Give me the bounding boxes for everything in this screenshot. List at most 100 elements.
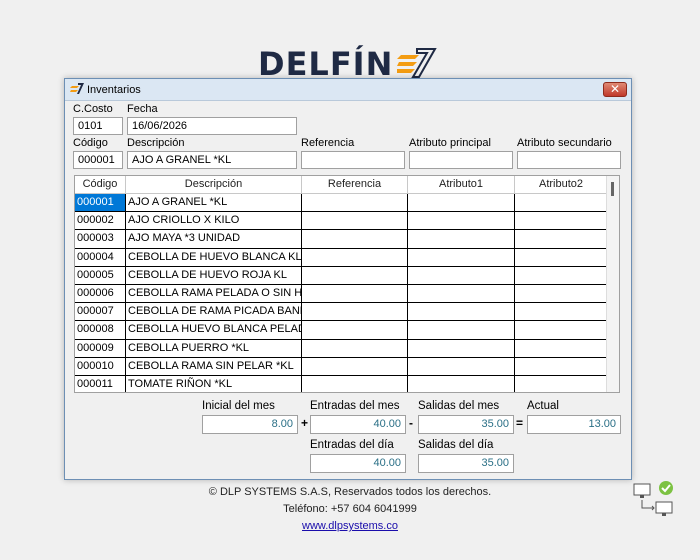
cell-atributo2[interactable] — [515, 284, 608, 303]
cell-codigo[interactable]: 000006 — [75, 284, 126, 303]
table-row[interactable]: 000005 CEBOLLA DE HUEVO ROJA KL — [75, 266, 619, 285]
col-header-atributo1[interactable]: Atributo1 — [408, 176, 515, 193]
website-link[interactable]: www.dlpsystems.co — [302, 520, 398, 532]
equals-operator: = — [516, 416, 524, 430]
cell-referencia[interactable] — [302, 357, 408, 375]
table-row[interactable]: 000004 CEBOLLA DE HUEVO BLANCA KL — [75, 248, 619, 267]
table-row[interactable]: 000006CEBOLLA RAMA PELADA O SIN HOJA *KL — [75, 284, 619, 304]
plus-operator: + — [301, 416, 309, 430]
cell-atributo2[interactable] — [515, 230, 608, 248]
cell-referencia[interactable] — [302, 248, 408, 266]
cell-atributo2[interactable] — [515, 194, 608, 212]
salidas-dia-field: 35.00 — [418, 454, 514, 473]
cell-descripcion[interactable]: CEBOLLA DE HUEVO ROJA KL — [126, 266, 302, 284]
codigo-label: Código — [73, 137, 108, 149]
window-titlebar[interactable]: Inventarios ✕ — [65, 79, 631, 101]
grid-header: Código Descripción Referencia Atributo1 … — [75, 176, 619, 194]
cell-descripcion[interactable]: TOMATE RIÑON *KL — [126, 375, 302, 392]
cell-descripcion[interactable]: CEBOLLA RAMA PELADA O SIN HOJA *KL — [126, 284, 302, 303]
cell-atributo1[interactable] — [408, 284, 515, 303]
atributo-principal-label: Atributo principal — [409, 137, 491, 149]
table-row[interactable]: 000009 CEBOLLA PUERRO *KL — [75, 339, 619, 358]
cell-codigo[interactable]: 000001 — [75, 194, 126, 212]
entradas-mes-label: Entradas del mes — [310, 400, 400, 412]
cell-codigo[interactable]: 000011 — [75, 375, 126, 392]
actual-label: Actual — [527, 400, 559, 412]
actual-field: 13.00 — [527, 415, 621, 434]
cell-atributo2[interactable] — [515, 266, 608, 284]
cell-codigo[interactable]: 000009 — [75, 339, 126, 357]
window-title: Inventarios — [87, 84, 141, 96]
cell-codigo[interactable]: 000010 — [75, 357, 126, 375]
table-row[interactable]: 000010 CEBOLLA RAMA SIN PELAR *KL — [75, 357, 619, 376]
cell-codigo[interactable]: 000004 — [75, 248, 126, 266]
salidas-mes-field: 35.00 — [418, 415, 514, 434]
cell-codigo[interactable]: 000002 — [75, 212, 126, 230]
fecha-label: Fecha — [127, 103, 158, 115]
fecha-field[interactable]: 16/06/2026 — [127, 117, 297, 135]
col-header-referencia[interactable]: Referencia — [302, 176, 408, 193]
cell-atributo1[interactable] — [408, 321, 515, 339]
cell-referencia[interactable] — [302, 339, 408, 357]
cell-referencia[interactable] — [302, 230, 408, 248]
cell-atributo2[interactable] — [515, 339, 608, 357]
table-row[interactable]: 000007CEBOLLA DE RAMA PICADA BANDEJA — [75, 303, 619, 322]
cell-descripcion[interactable]: CEBOLLA DE RAMA PICADA BANDEJA — [126, 303, 302, 321]
cell-atributo2[interactable] — [515, 303, 608, 321]
cell-descripcion[interactable]: CEBOLLA RAMA SIN PELAR *KL — [126, 357, 302, 375]
cell-atributo1[interactable] — [408, 357, 515, 375]
inventory-grid[interactable]: Código Descripción Referencia Atributo1 … — [74, 175, 620, 393]
cell-atributo1[interactable] — [408, 212, 515, 230]
cell-codigo[interactable]: 000008 — [75, 321, 126, 339]
cell-descripcion[interactable]: CEBOLLA HUEVO BLANCA PELADA *KL — [126, 321, 302, 339]
codigo-field[interactable]: 000001 — [73, 151, 123, 169]
cell-atributo1[interactable] — [408, 248, 515, 266]
close-button[interactable]: ✕ — [603, 82, 627, 97]
cell-referencia[interactable] — [302, 212, 408, 230]
cell-atributo1[interactable] — [408, 266, 515, 284]
cell-referencia[interactable] — [302, 303, 408, 321]
scrollbar-thumb[interactable] — [611, 182, 614, 196]
cell-descripcion[interactable]: CEBOLLA PUERRO *KL — [126, 339, 302, 357]
cell-atributo1[interactable] — [408, 375, 515, 392]
cell-referencia[interactable] — [302, 375, 408, 392]
cell-descripcion[interactable]: AJO CRIOLLO X KILO — [126, 212, 302, 230]
minus-operator: - — [409, 416, 413, 430]
cell-referencia[interactable] — [302, 321, 408, 339]
col-header-atributo2[interactable]: Atributo2 — [515, 176, 608, 193]
cell-atributo2[interactable] — [515, 321, 608, 339]
referencia-field[interactable] — [301, 151, 405, 169]
cell-atributo1[interactable] — [408, 339, 515, 357]
cell-referencia[interactable] — [302, 284, 408, 303]
cell-descripcion[interactable]: CEBOLLA DE HUEVO BLANCA KL — [126, 248, 302, 266]
cell-codigo[interactable]: 000003 — [75, 230, 126, 248]
network-connected-icon[interactable] — [632, 480, 676, 523]
col-header-descripcion[interactable]: Descripción — [126, 176, 302, 193]
inicial-mes-label: Inicial del mes — [202, 400, 275, 412]
cell-codigo[interactable]: 000007 — [75, 303, 126, 321]
col-header-codigo[interactable]: Código — [75, 176, 126, 193]
grid-scrollbar[interactable] — [606, 176, 619, 392]
cell-atributo1[interactable] — [408, 194, 515, 212]
table-row[interactable]: 000002 AJO CRIOLLO X KILO — [75, 212, 619, 231]
table-row[interactable]: 000011 TOMATE RIÑON *KL — [75, 375, 619, 392]
cell-atributo2[interactable] — [515, 357, 608, 375]
atributo-secundario-field[interactable] — [517, 151, 621, 169]
cell-atributo1[interactable] — [408, 230, 515, 248]
descripcion-field[interactable]: AJO A GRANEL *KL — [127, 151, 297, 169]
referencia-label: Referencia — [301, 137, 355, 149]
c-costo-field[interactable]: 0101 — [73, 117, 123, 135]
cell-atributo1[interactable] — [408, 303, 515, 321]
cell-referencia[interactable] — [302, 194, 408, 212]
cell-referencia[interactable] — [302, 266, 408, 284]
table-row[interactable]: 000001 AJO A GRANEL *KL — [75, 194, 619, 213]
table-row[interactable]: 000008CEBOLLA HUEVO BLANCA PELADA *KL — [75, 321, 619, 340]
atributo-principal-field[interactable] — [409, 151, 513, 169]
cell-atributo2[interactable] — [515, 375, 608, 392]
cell-atributo2[interactable] — [515, 248, 608, 266]
table-row[interactable]: 000003 AJO MAYA *3 UNIDAD — [75, 230, 619, 249]
cell-descripcion[interactable]: AJO MAYA *3 UNIDAD — [126, 230, 302, 248]
cell-descripcion[interactable]: AJO A GRANEL *KL — [126, 194, 302, 212]
cell-codigo[interactable]: 000005 — [75, 266, 126, 284]
cell-atributo2[interactable] — [515, 212, 608, 230]
